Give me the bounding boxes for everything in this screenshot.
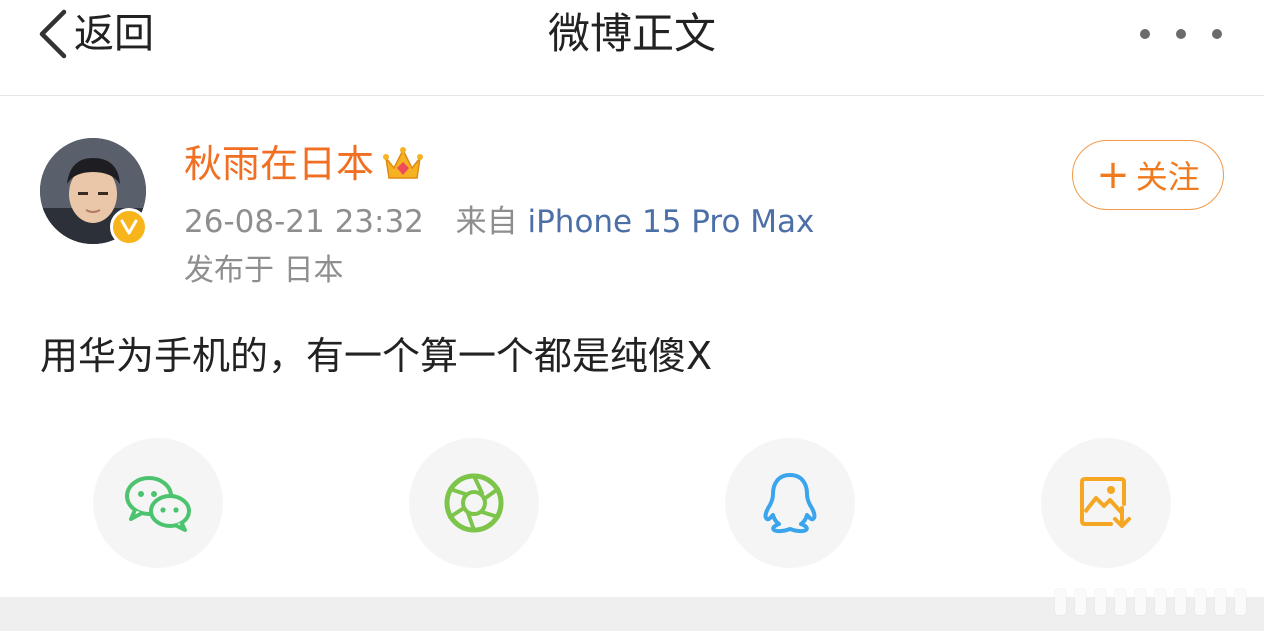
post-location: 发布于 日本 xyxy=(184,253,344,288)
verified-badge-icon xyxy=(110,208,148,246)
crown-icon xyxy=(383,147,424,179)
page-title: 微博正文 xyxy=(547,9,716,58)
wechat-icon xyxy=(125,476,191,532)
moments-icon xyxy=(444,473,504,533)
source-prefix: 来自 xyxy=(455,204,518,240)
more-dot-icon xyxy=(1140,29,1150,39)
plus-icon: + xyxy=(1096,152,1130,198)
bottom-tabs-decoration xyxy=(1055,585,1255,615)
more-options-button[interactable] xyxy=(1140,20,1222,48)
author-name[interactable]: 秋雨在日本 xyxy=(184,138,374,190)
post-timestamp: 26-08-21 23:32 xyxy=(184,204,424,240)
follow-label: 关注 xyxy=(1135,158,1200,196)
more-dot-icon xyxy=(1176,29,1186,39)
share-qq-button[interactable] xyxy=(725,438,855,568)
save-image-icon xyxy=(1080,477,1131,528)
tab-marker-icon xyxy=(1135,589,1146,615)
more-dot-icon xyxy=(1212,29,1222,39)
tab-marker-icon xyxy=(1095,589,1106,615)
share-moments-button[interactable] xyxy=(409,438,539,568)
save-image-button[interactable] xyxy=(1041,438,1171,568)
tab-marker-icon xyxy=(1055,589,1066,615)
tab-marker-icon xyxy=(1075,589,1086,615)
tab-marker-icon xyxy=(1175,589,1186,615)
tab-marker-icon xyxy=(1155,589,1166,615)
post-content: 用华为手机的，有一个算一个都是纯傻X xyxy=(40,334,713,378)
tab-marker-icon xyxy=(1215,589,1226,615)
share-wechat-button[interactable] xyxy=(93,438,223,568)
post-meta: 26-08-21 23:32 来自 iPhone 15 Pro Max xyxy=(184,200,814,244)
follow-button[interactable]: + 关注 xyxy=(1072,140,1224,210)
top-bar: 返回 微博正文 xyxy=(0,0,1264,96)
author-row: 秋雨在日本 xyxy=(184,138,424,190)
qq-icon xyxy=(763,473,817,534)
tab-marker-icon xyxy=(1195,589,1206,615)
tab-marker-icon xyxy=(1235,589,1246,615)
source-device-link[interactable]: iPhone 15 Pro Max xyxy=(527,204,814,240)
tab-marker-icon xyxy=(1115,589,1126,615)
